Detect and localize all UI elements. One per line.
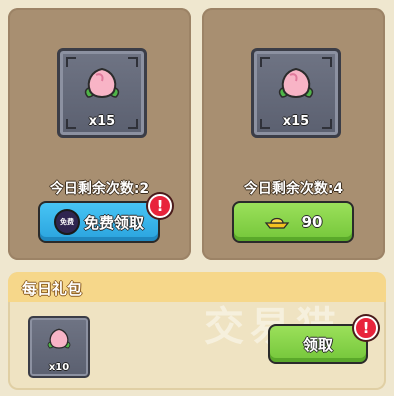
free-claim-label: 免费领取 (83, 213, 144, 232)
tile-corner (322, 57, 332, 67)
alert-icon: ! (354, 316, 378, 340)
remaining-count-text: 今日剩余次数:4 (243, 181, 344, 197)
tile-corner (66, 57, 76, 67)
peach-icon (84, 67, 120, 98)
free-peach-card: x15 今日剩余次数:2 免费 免费领取 ! (8, 8, 191, 260)
peach-item-tile[interactable]: x15 (251, 48, 341, 138)
daily-gift-title: 每日礼包 (22, 280, 83, 298)
peach-item-tile[interactable]: x15 (57, 48, 147, 138)
daily-claim-button[interactable]: 领取 (268, 324, 368, 364)
item-quantity: x15 (88, 114, 116, 129)
tile-corner (260, 57, 270, 67)
daily-item-tile[interactable]: x10 (28, 316, 90, 378)
buy-with-gold-button[interactable]: 90 (232, 201, 354, 243)
free-claim-button[interactable]: 免费 免费领取 (38, 201, 160, 243)
gold-ingot-icon (264, 217, 289, 229)
paid-peach-card: x15 今日剩余次数:4 90 (202, 8, 385, 260)
daily-gift-section: 每日礼包 交易猫 x10 领取 ! (8, 272, 386, 390)
alert-icon: ! (148, 194, 172, 218)
item-quantity: x15 (282, 114, 310, 129)
gift-panel: x15 今日剩余次数:2 免费 免费领取 ! x15 今日剩余次数:4 90 每… (0, 0, 394, 396)
tile-corner (128, 57, 138, 67)
price-label: 90 (301, 213, 323, 231)
item-quantity: x10 (48, 362, 70, 373)
peach-icon (47, 328, 71, 349)
peach-icon (278, 67, 314, 98)
daily-claim-label: 领取 (302, 335, 333, 354)
free-badge-icon: 免费 (53, 209, 80, 235)
